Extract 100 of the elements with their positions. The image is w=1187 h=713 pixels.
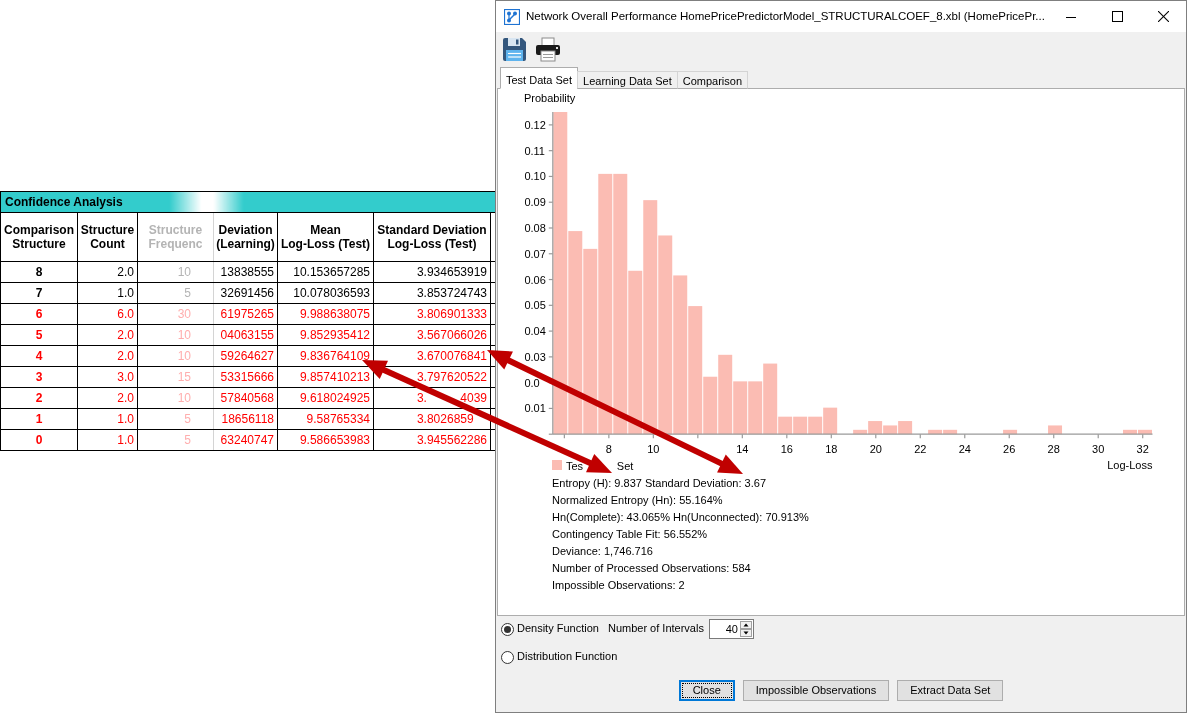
x-tick-label: 32 bbox=[1136, 443, 1149, 455]
y-tick-label: 0.11 bbox=[524, 144, 545, 157]
spin-down-icon[interactable] bbox=[739, 629, 752, 637]
x-tick-label: 30 bbox=[1092, 443, 1105, 455]
histogram-bar bbox=[748, 381, 763, 435]
tab[interactable]: Learning Data Set bbox=[577, 71, 678, 89]
table-cell: 10 bbox=[137, 387, 214, 409]
tab[interactable]: Test Data Set bbox=[500, 67, 579, 89]
table-cell: 10 bbox=[137, 345, 214, 367]
table-cell: 3.806901333 bbox=[373, 303, 491, 325]
legend-label: Tes bbox=[566, 460, 584, 472]
table-cell: 59264627 bbox=[213, 345, 278, 367]
table-cell: 2.0 bbox=[77, 345, 138, 367]
extract-data-set-button[interactable]: Extract Data Set bbox=[897, 680, 1004, 701]
table-cell: 3.567066026 bbox=[373, 324, 491, 346]
table-cell: 9.988638075 bbox=[277, 303, 374, 325]
radio-label: Density Function bbox=[517, 622, 599, 636]
x-tick-label: 14 bbox=[736, 443, 749, 455]
x-axis-title: Log-Loss bbox=[1107, 459, 1153, 471]
histogram-bar bbox=[793, 416, 808, 435]
table-cell: 5 bbox=[0, 324, 78, 346]
close-button[interactable]: Close bbox=[678, 680, 735, 701]
y-tick-label: 0.03 bbox=[524, 350, 546, 363]
y-tick-label: 0.08 bbox=[524, 222, 546, 234]
radio-button[interactable] bbox=[501, 622, 514, 636]
table-title: Confidence Analysis bbox=[0, 191, 497, 213]
graph-icon bbox=[504, 8, 520, 25]
interval-spinner[interactable]: 40 bbox=[708, 619, 754, 639]
radio-label: Distribution Function bbox=[517, 650, 618, 664]
table-cell: 57840568 bbox=[213, 387, 278, 409]
y-axis-title: Probability bbox=[524, 92, 576, 104]
table-cell: 6 bbox=[0, 303, 78, 325]
x-tick-label: 24 bbox=[958, 443, 971, 455]
column-header: Deviation (Learning) bbox=[213, 212, 278, 262]
table-cell: 1.0 bbox=[77, 282, 138, 304]
table-cell: 3.0 bbox=[77, 366, 138, 388]
table-cell: 61975265 bbox=[213, 303, 278, 325]
y-tick-label: 0.12 bbox=[524, 118, 546, 131]
table-cell: 4 bbox=[0, 345, 78, 367]
table-cell: 18656118 bbox=[213, 408, 278, 430]
column-header: Comparison Structure bbox=[0, 212, 78, 262]
histogram-bar bbox=[883, 425, 898, 435]
table-cell: 15 bbox=[137, 366, 214, 388]
x-tick-label: 22 bbox=[914, 443, 927, 455]
spin-up-icon[interactable] bbox=[739, 621, 752, 629]
y-tick-label: 0.06 bbox=[524, 273, 546, 286]
x-tick-label: 26 bbox=[1003, 443, 1016, 455]
x-tick-label: 10 bbox=[647, 443, 660, 455]
table-cell: 10 bbox=[137, 261, 214, 283]
y-tick-label: 0.0 bbox=[524, 376, 540, 389]
close-icon[interactable] bbox=[1157, 11, 1169, 22]
histogram-bar bbox=[1003, 429, 1018, 435]
x-tick-label: 18 bbox=[825, 443, 838, 455]
tab[interactable]: Comparison bbox=[676, 71, 749, 89]
window-title: Network Overall Performance HomePricePredictorModel_STRUCTURALCOEF_8.xbl (HomePricePr... bbox=[526, 9, 1045, 24]
statistics-line: Contingency Table Fit: 56.552% bbox=[552, 527, 709, 542]
table-cell: 4039 bbox=[460, 390, 487, 405]
table-cell: 3.853724743 bbox=[373, 282, 491, 304]
table-cell: 3 bbox=[0, 366, 78, 388]
table-cell: 2.0 bbox=[77, 261, 138, 283]
histogram-bar bbox=[898, 421, 913, 435]
statistics-line: Deviance: 1,746.716 bbox=[552, 544, 654, 559]
table-cell: 8 bbox=[0, 261, 78, 283]
table-cell: 1.0 bbox=[77, 408, 138, 430]
y-tick-label: 0.04 bbox=[524, 325, 546, 338]
table-cell: 6.0 bbox=[77, 303, 138, 325]
table-cell: 5 bbox=[137, 408, 214, 430]
y-tick-label: 0.10 bbox=[524, 170, 546, 183]
table-cell: 10.153657285 bbox=[277, 261, 374, 283]
statistics-line: Entropy (H): 9.837 Standard Deviation: 3.67 bbox=[552, 476, 767, 491]
table-cell: 2 bbox=[0, 387, 78, 409]
table-cell: 9.586653983 bbox=[277, 429, 374, 451]
radio-button[interactable] bbox=[501, 650, 514, 664]
y-tick-label: 0.07 bbox=[524, 247, 546, 260]
table-cell: 04063155 bbox=[213, 324, 278, 346]
statistics-line: Number of Processed Observations: 584 bbox=[552, 561, 752, 576]
impossible-observations-button[interactable]: Impossible Observations bbox=[742, 680, 890, 701]
table-cell: 9.58765334 bbox=[277, 408, 374, 430]
table-cell: 10 bbox=[137, 324, 214, 346]
maximize-icon[interactable] bbox=[1111, 11, 1123, 22]
histogram-bar bbox=[1048, 425, 1063, 435]
printer-icon[interactable] bbox=[535, 37, 561, 62]
legend-label: Set bbox=[616, 460, 634, 472]
x-tick-label: 16 bbox=[780, 443, 793, 455]
table-cell: 0 bbox=[0, 429, 78, 451]
y-tick-label: 0.05 bbox=[524, 299, 546, 312]
table-cell: 2.0 bbox=[77, 324, 138, 346]
table-cell: 3.934653919 bbox=[373, 261, 491, 283]
x-tick-label: 8 bbox=[605, 443, 612, 455]
table-cell: 2.0 bbox=[77, 387, 138, 409]
table-cell: 3.945562286 bbox=[373, 429, 491, 451]
statistics-line: Hn(Complete): 43.065% Hn(Unconnected): 70.913% bbox=[552, 510, 810, 525]
table-cell: 53315666 bbox=[213, 366, 278, 388]
y-tick-label: 0.09 bbox=[524, 196, 546, 209]
field-label: Number of Intervals bbox=[607, 622, 704, 636]
interval-field[interactable]: 40 bbox=[709, 620, 740, 638]
table-cell: 7 bbox=[0, 282, 78, 304]
table-cell: 13838555 bbox=[213, 261, 278, 283]
table-cell: 1 bbox=[0, 408, 78, 430]
save-icon[interactable] bbox=[502, 37, 527, 62]
